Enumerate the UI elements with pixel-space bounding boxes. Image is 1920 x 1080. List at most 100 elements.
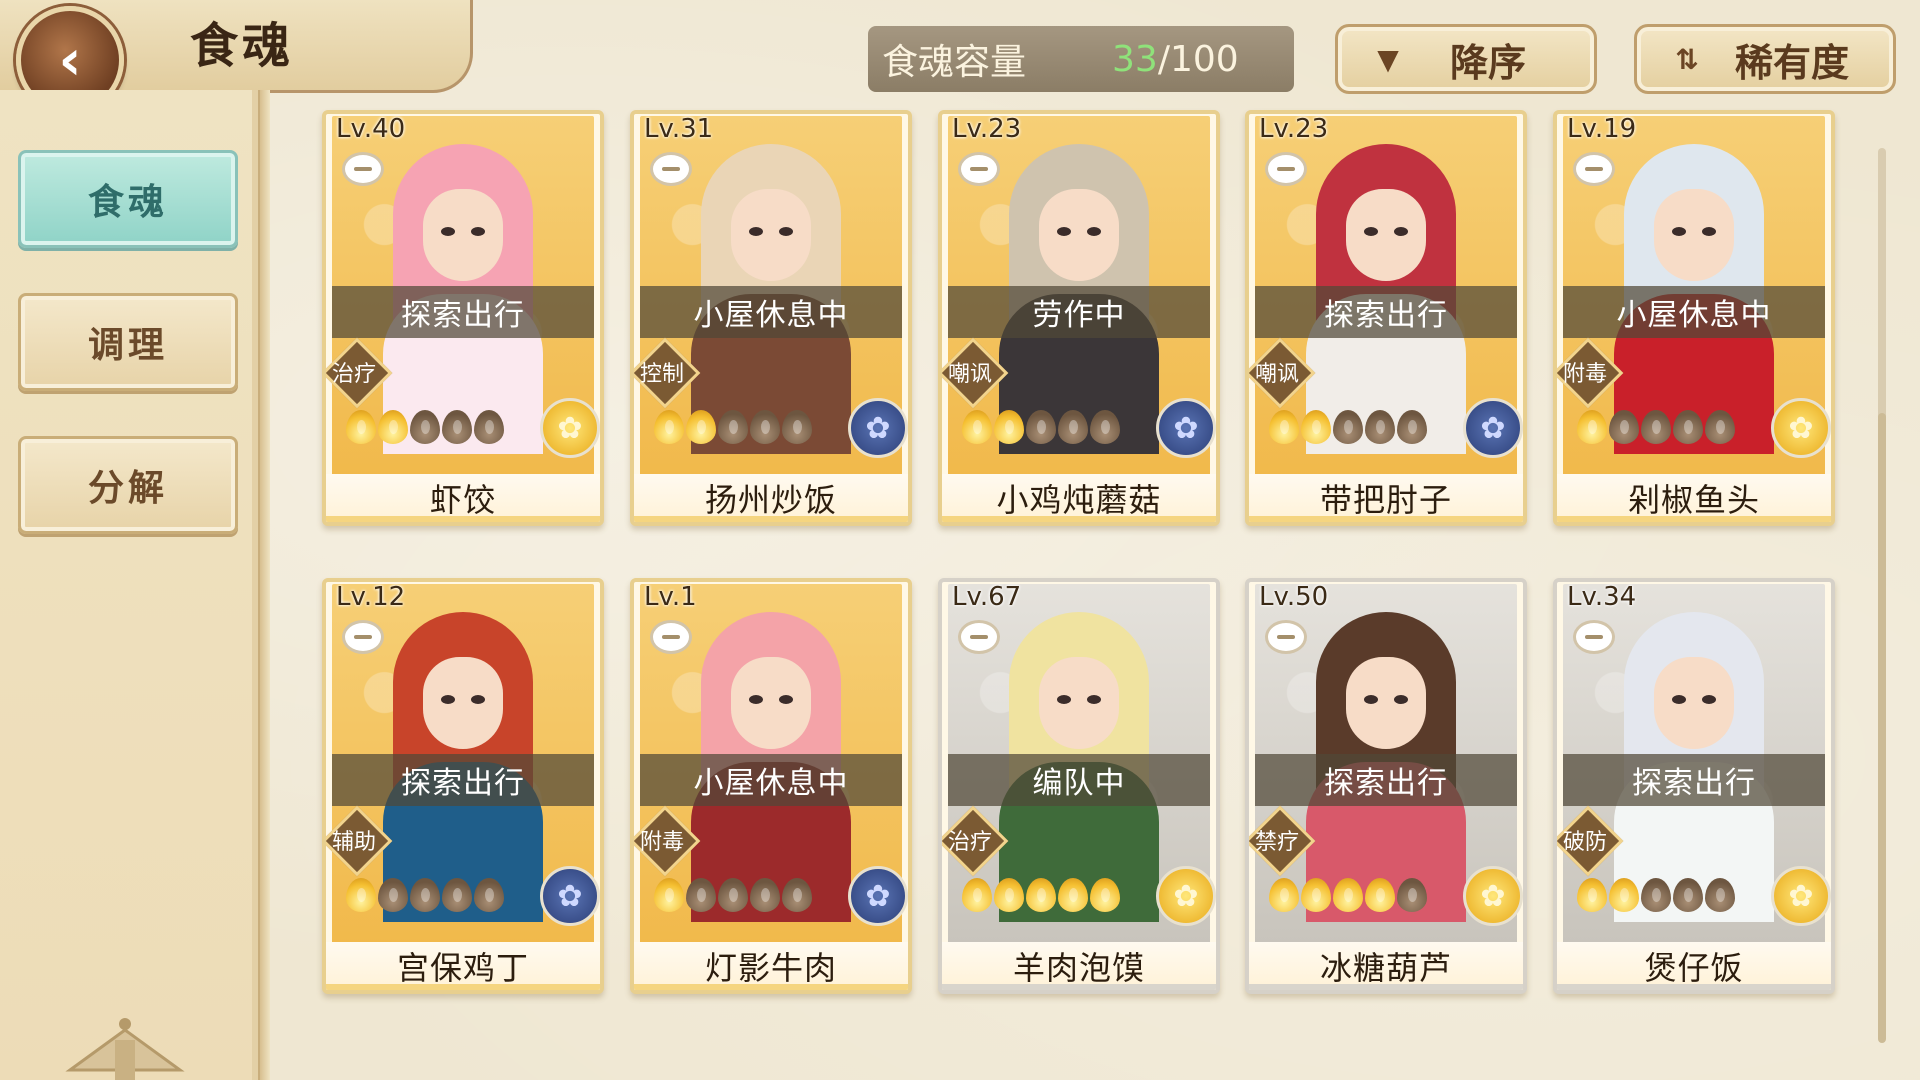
star-flame-icon (1301, 410, 1331, 444)
character-eye (1364, 695, 1378, 704)
tab-shihun[interactable]: 食魂 (18, 150, 238, 248)
flower-emblem-icon: ✿ (1156, 398, 1216, 458)
scrollbar-track[interactable] (1878, 148, 1886, 1043)
star-flame-icon (782, 878, 812, 912)
role-badge: 辅助 (326, 805, 393, 877)
character-eye (1364, 227, 1378, 236)
food-soul-card[interactable]: Lv.31 小屋休息中 控制 ✿ 扬州炒饭 (630, 110, 912, 526)
flower-emblem-icon: ✿ (1463, 398, 1523, 458)
level-label: Lv.40 (336, 114, 406, 144)
flower-emblem-icon: ✿ (1156, 866, 1216, 926)
scrollbar-thumb[interactable] (1878, 413, 1886, 1043)
star-rating (346, 410, 504, 450)
flower-emblem-icon: ✿ (540, 398, 600, 458)
card-name: 小鸡炖蘑菇 (942, 474, 1216, 522)
capacity-count: 33/100 (1112, 39, 1239, 80)
back-arrow-icon: ‹ (58, 27, 82, 93)
bowl-icon (650, 152, 692, 186)
food-soul-card[interactable]: Lv.23 探索出行 嘲讽 ✿ 带把肘子 (1245, 110, 1527, 526)
star-flame-icon (410, 878, 440, 912)
food-soul-card[interactable]: Lv.1 小屋休息中 附毒 ✿ 灯影牛肉 (630, 578, 912, 994)
card-name: 扬州炒饭 (634, 474, 908, 522)
star-rating (654, 410, 812, 450)
flower-emblem-icon: ✿ (1463, 866, 1523, 926)
food-soul-card[interactable]: Lv.50 探索出行 禁疗 ✿ 冰糖葫芦 (1245, 578, 1527, 994)
bowl-icon (1265, 152, 1307, 186)
star-flame-icon (1301, 878, 1331, 912)
star-flame-icon (378, 878, 408, 912)
flower-emblem-icon: ✿ (540, 866, 600, 926)
character-eye (1394, 227, 1408, 236)
star-flame-icon (1641, 878, 1671, 912)
status-banner: 探索出行 (1255, 754, 1517, 806)
star-flame-icon (1705, 410, 1735, 444)
star-flame-icon (1577, 878, 1607, 912)
role-label: 治疗 (947, 830, 992, 855)
star-flame-icon (1609, 878, 1639, 912)
card-name: 宫保鸡丁 (326, 942, 600, 990)
status-banner: 劳作中 (948, 286, 1210, 338)
star-flame-icon (442, 410, 472, 444)
level-label: Lv.1 (644, 582, 697, 612)
star-flame-icon (1673, 410, 1703, 444)
star-flame-icon (962, 878, 992, 912)
food-soul-card[interactable]: Lv.12 探索出行 辅助 ✿ 宫保鸡丁 (322, 578, 604, 994)
character-face (1039, 189, 1119, 281)
role-label: 禁疗 (1254, 830, 1299, 855)
star-rating (1577, 878, 1735, 918)
character-eye (1087, 695, 1101, 704)
food-soul-card[interactable]: Lv.40 探索出行 治疗 ✿ 虾饺 (322, 110, 604, 526)
card-name: 带把肘子 (1249, 474, 1523, 522)
tab-label: 食魂 (87, 182, 168, 223)
star-rating (1269, 410, 1427, 450)
flower-emblem-icon: ✿ (1771, 398, 1831, 458)
status-banner: 探索出行 (332, 754, 594, 806)
food-soul-card[interactable]: Lv.34 探索出行 破防 ✿ 煲仔饭 (1553, 578, 1835, 994)
triangle-down-icon: ▼ (1377, 42, 1399, 76)
star-flame-icon (474, 410, 504, 444)
star-flame-icon (1577, 410, 1607, 444)
role-label: 嘲讽 (947, 362, 992, 387)
star-flame-icon (994, 410, 1024, 444)
character-eye (1394, 695, 1408, 704)
bowl-icon (1265, 620, 1307, 654)
status-banner: 探索出行 (1563, 754, 1825, 806)
bowl-icon (1573, 620, 1615, 654)
food-soul-card[interactable]: Lv.67 编队中 治疗 ✿ 羊肉泡馍 (938, 578, 1220, 994)
sort-key-label: 稀有度 (1735, 40, 1850, 85)
star-flame-icon (410, 410, 440, 444)
food-soul-card[interactable]: Lv.19 小屋休息中 附毒 ✿ 剁椒鱼头 (1553, 110, 1835, 526)
role-label: 附毒 (1562, 362, 1607, 387)
capacity-indicator: 食魂容量 33/100 (868, 26, 1294, 92)
card-name: 灯影牛肉 (634, 942, 908, 990)
star-flame-icon (1609, 410, 1639, 444)
role-label: 治疗 (331, 362, 376, 387)
tab-label: 调理 (87, 325, 168, 366)
tab-label: 分解 (87, 468, 168, 509)
character-eye (749, 695, 763, 704)
star-flame-icon (1026, 410, 1056, 444)
star-flame-icon (1333, 878, 1363, 912)
card-name: 煲仔饭 (1557, 942, 1831, 990)
tab-fenjie[interactable]: 分解 (18, 436, 238, 534)
food-soul-card[interactable]: Lv.23 劳作中 嘲讽 ✿ 小鸡炖蘑菇 (938, 110, 1220, 526)
status-banner: 探索出行 (332, 286, 594, 338)
sort-key-button[interactable]: ⇅ 稀有度 (1634, 24, 1896, 94)
role-label: 附毒 (639, 830, 684, 855)
bowl-icon (342, 620, 384, 654)
bowl-icon (958, 620, 1000, 654)
sort-order-button[interactable]: ▼ 降序 (1335, 24, 1597, 94)
bowl-icon (650, 620, 692, 654)
character-eye (1702, 695, 1716, 704)
page-title: 食魂 (190, 18, 295, 74)
swap-arrows-icon: ⇅ (1675, 42, 1699, 76)
character-eye (1057, 695, 1071, 704)
flower-emblem-icon: ✿ (1771, 866, 1831, 926)
character-face (1654, 657, 1734, 749)
character-face (1039, 657, 1119, 749)
star-flame-icon (474, 878, 504, 912)
pagoda-ornament-icon (65, 1018, 185, 1080)
character-eye (471, 695, 485, 704)
tab-tiaoli[interactable]: 调理 (18, 293, 238, 391)
role-badge: 治疗 (942, 805, 1009, 877)
